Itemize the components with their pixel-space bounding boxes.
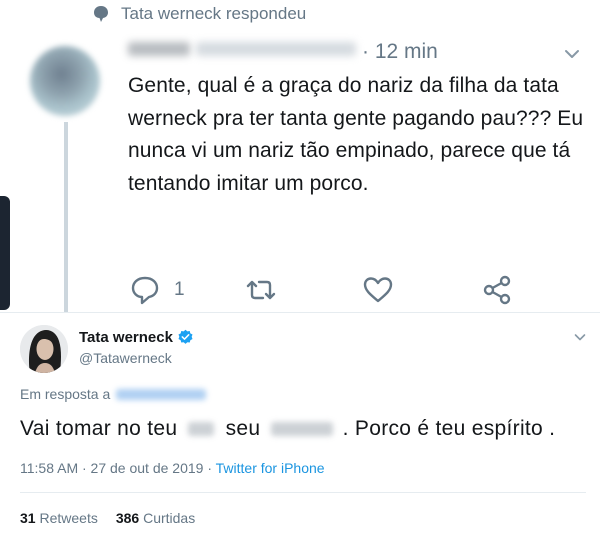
main-tweet[interactable]: Tata werneck @Tatawerneck Em resposta a … bbox=[0, 312, 600, 544]
retweets-stat[interactable]: 31 Retweets bbox=[20, 510, 98, 526]
chevron-down-icon[interactable] bbox=[574, 333, 586, 342]
retweet-action[interactable] bbox=[244, 273, 278, 307]
reply-action[interactable]: 1 bbox=[128, 273, 185, 307]
tweet-actions: 1 bbox=[128, 273, 528, 307]
avatar[interactable] bbox=[20, 325, 68, 373]
retweets-count: 31 bbox=[20, 510, 36, 526]
thread-line bbox=[64, 122, 68, 312]
retweets-label: Retweets bbox=[39, 510, 98, 526]
tweet-text-part3: . Porco é teu espírito . bbox=[342, 417, 556, 440]
retweet-icon[interactable] bbox=[244, 273, 278, 307]
avatar[interactable] bbox=[30, 46, 100, 116]
tweet-text: Gente, qual é a graça do nariz da filha … bbox=[128, 74, 584, 195]
reply-to-label: Em resposta a bbox=[20, 386, 111, 402]
tweet-time[interactable]: · 12 min bbox=[362, 40, 438, 64]
tweet-source[interactable]: Twitter for iPhone bbox=[216, 460, 325, 476]
chat-bubble-icon bbox=[94, 6, 108, 22]
window-edge bbox=[0, 196, 10, 310]
blurred-display-name bbox=[128, 42, 190, 56]
chevron-down-icon[interactable] bbox=[564, 48, 580, 60]
likes-count: 386 bbox=[115, 510, 140, 526]
divider bbox=[20, 492, 586, 493]
reply-count: 1 bbox=[174, 279, 185, 300]
blurred-handle bbox=[196, 42, 356, 56]
user-handle[interactable]: @Tatawerneck bbox=[79, 350, 172, 366]
blurred-word bbox=[270, 422, 333, 437]
reply-tweet[interactable]: Tata werneck respondeu · 12 min Gente, q… bbox=[0, 0, 600, 312]
heart-icon[interactable] bbox=[361, 273, 395, 307]
like-action[interactable] bbox=[361, 273, 395, 307]
share-icon[interactable] bbox=[480, 273, 514, 307]
blurred-word bbox=[188, 422, 215, 437]
likes-stat[interactable]: 386 Curtidas bbox=[116, 510, 195, 526]
display-name[interactable]: Tata werneck bbox=[79, 329, 194, 346]
tweet-stats: 31 Retweets 386 Curtidas bbox=[20, 510, 195, 526]
social-context: Tata werneck respondeu bbox=[93, 4, 306, 24]
tweet-meta: 11:58 AM · 27 de out de 2019 · Twitter f… bbox=[20, 460, 325, 476]
social-context-text: Tata werneck respondeu bbox=[121, 4, 307, 23]
likes-label: Curtidas bbox=[143, 510, 196, 526]
verified-badge-icon bbox=[178, 329, 193, 344]
tweet-text-part2: seu bbox=[225, 417, 261, 440]
tweet-text-part1: Vai tomar no teu bbox=[20, 417, 178, 440]
display-name-text: Tata werneck bbox=[79, 329, 173, 346]
avatar-portrait bbox=[20, 325, 68, 373]
tweet-timestamp[interactable]: 11:58 AM · 27 de out de 2019 · bbox=[20, 460, 216, 476]
tweet-text: Vai tomar no teu seu . Porco é teu espír… bbox=[20, 417, 555, 441]
share-action[interactable] bbox=[480, 273, 514, 307]
in-reply-to: Em resposta a bbox=[20, 386, 207, 402]
blurred-mention[interactable] bbox=[116, 388, 207, 400]
comment-icon[interactable] bbox=[128, 273, 162, 307]
